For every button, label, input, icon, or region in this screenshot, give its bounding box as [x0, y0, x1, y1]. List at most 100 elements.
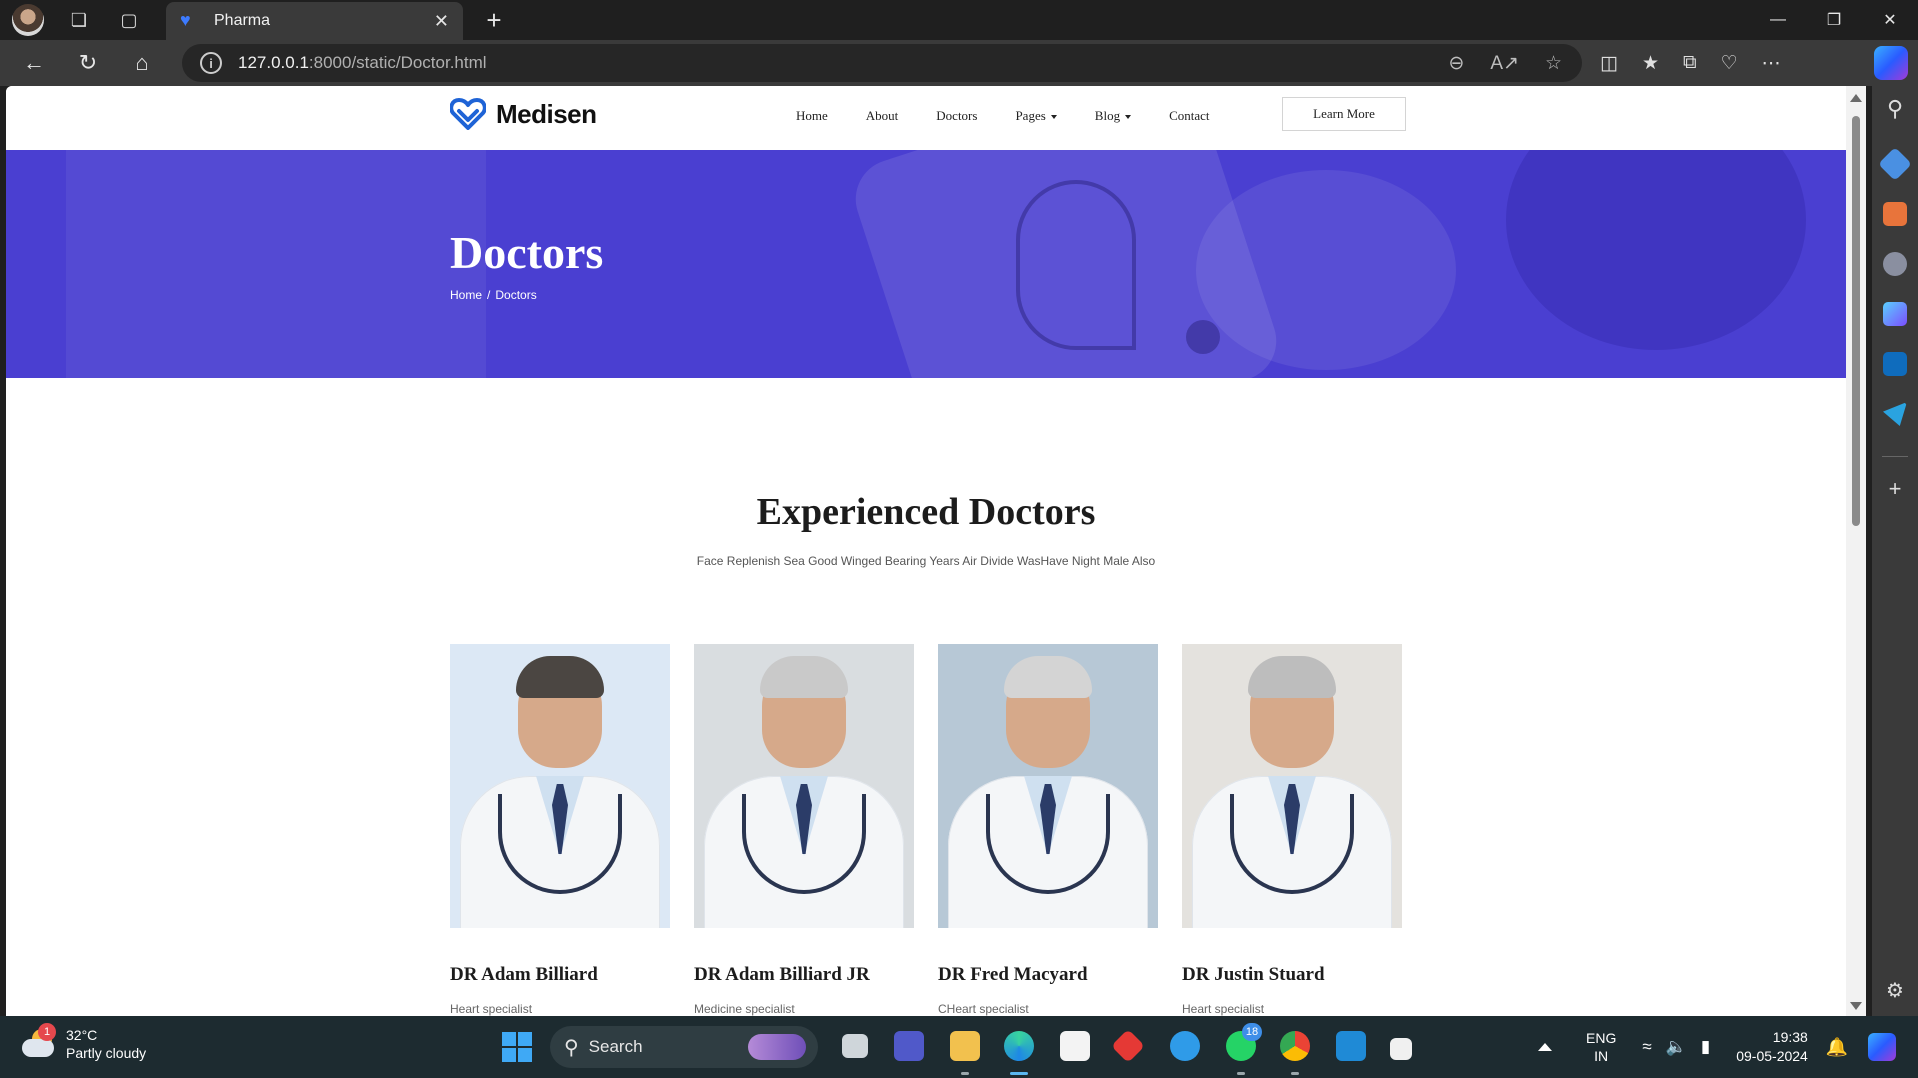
doctor-card[interactable]: DR Fred Macyard CHeart specialist [938, 644, 1158, 1016]
nav-pages[interactable]: Pages [1015, 108, 1057, 124]
outlook-icon[interactable] [1883, 352, 1907, 376]
back-icon[interactable]: ← [14, 43, 54, 83]
taskbar-search[interactable]: ⚲ Search [550, 1026, 818, 1068]
language-code: ENG [1586, 1030, 1617, 1046]
partly-cloudy-icon: 1 [22, 1023, 56, 1059]
red-app-icon[interactable] [1111, 1029, 1145, 1063]
doctor-card[interactable]: DR Adam Billiard Heart specialist [450, 644, 670, 1016]
read-aloud-icon[interactable]: A↗ [1490, 52, 1519, 75]
show-hidden-icons-icon[interactable] [1538, 1043, 1552, 1051]
nav-blog[interactable]: Blog [1095, 108, 1132, 124]
notification-bell-icon[interactable]: 🔔 [1826, 1037, 1848, 1058]
doctor-name[interactable]: DR Justin Stuard [1182, 964, 1402, 986]
chrome-icon[interactable] [1280, 1031, 1310, 1061]
whatsapp-icon[interactable]: 18 [1226, 1023, 1262, 1061]
sidebar-settings-icon[interactable]: ⚙ [1872, 978, 1918, 1003]
running-indicator [961, 1072, 969, 1075]
doctor-name[interactable]: DR Fred Macyard [938, 964, 1158, 986]
teams-icon[interactable] [894, 1031, 924, 1061]
minimize-icon[interactable]: — [1750, 0, 1806, 40]
doctor-role: Heart specialist [450, 1002, 533, 1016]
nav-doctors[interactable]: Doctors [936, 108, 977, 124]
browser-essentials-icon[interactable]: ♡ [1721, 52, 1738, 75]
scroll-up-arrow-icon[interactable] [1850, 94, 1862, 102]
close-tab-icon[interactable]: ✕ [434, 11, 449, 32]
weather-badge: 1 [38, 1023, 56, 1041]
page-scrollbar[interactable] [1846, 86, 1866, 1016]
page-title: Doctors [450, 227, 604, 278]
scroll-down-arrow-icon[interactable] [1850, 1002, 1862, 1010]
section-subtitle: Face Replenish Sea Good Winged Bearing Y… [696, 554, 1156, 568]
heart-favicon-icon: ♥ [180, 10, 191, 30]
games-icon[interactable] [1883, 252, 1907, 276]
tab-actions-icon[interactable]: ▢ [114, 5, 144, 35]
tab-title: Pharma [214, 12, 271, 29]
copilot-taskbar-icon[interactable] [1868, 1033, 1897, 1061]
site-info-icon[interactable]: i [200, 52, 222, 74]
nav-about[interactable]: About [866, 108, 899, 124]
breadcrumb-current: Doctors [495, 288, 537, 302]
whatsapp-badge: 18 [1242, 1023, 1262, 1041]
home-icon[interactable]: ⌂ [122, 43, 162, 83]
blue-app-icon[interactable] [1170, 1031, 1200, 1061]
running-indicator [1237, 1072, 1245, 1075]
favorites-icon[interactable]: ★ [1642, 52, 1659, 75]
heart-logo-icon [450, 98, 486, 130]
section-title: Experienced Doctors [756, 491, 1096, 533]
learn-more-button[interactable]: Learn More [1282, 97, 1406, 131]
vscode-icon[interactable] [1336, 1031, 1366, 1061]
snipping-tool-icon[interactable] [1390, 1038, 1412, 1060]
battery-icon[interactable]: ▮ [1701, 1037, 1710, 1057]
language-indicator[interactable]: ENG IN [1586, 1029, 1616, 1065]
caret-down-icon [1125, 115, 1132, 120]
file-explorer-icon[interactable] [950, 1031, 980, 1061]
send-icon[interactable] [1883, 402, 1907, 426]
system-tray: ENG IN ≈ 🔈 ▮ 19:38 09-05-2024 🔔 [1538, 1016, 1897, 1078]
store-icon[interactable] [1060, 1031, 1090, 1061]
windows-start-icon[interactable] [502, 1032, 532, 1062]
split-screen-icon[interactable]: ◫ [1600, 52, 1618, 75]
doctor-photo [938, 644, 1158, 928]
browser-tab-bar: ❏ ▢ ♥ Pharma ✕ + — ❐ ✕ [0, 0, 1918, 40]
scrollbar-thumb[interactable] [1852, 116, 1860, 526]
profile-avatar[interactable] [12, 4, 44, 36]
breadcrumb-home[interactable]: Home [450, 288, 482, 302]
doctor-name[interactable]: DR Adam Billiard JR [694, 964, 914, 986]
active-indicator [1010, 1072, 1028, 1075]
sidebar-divider [1882, 456, 1908, 457]
doctor-role: Heart specialist [1182, 1002, 1265, 1016]
nav-doctors-label: Doctors [936, 108, 978, 123]
site-logo[interactable]: Medisen [450, 98, 597, 130]
volume-icon[interactable]: 🔈 [1666, 1037, 1687, 1057]
breadcrumb: Home / Doctors [450, 288, 537, 302]
clock-time: 19:38 [1772, 1029, 1808, 1045]
add-sidebar-app-icon[interactable]: + [1872, 476, 1918, 502]
hero-background-shape [1196, 170, 1456, 370]
tools-icon[interactable] [1883, 202, 1907, 226]
weather-widget[interactable]: 1 32°C Partly cloudy [22, 1023, 146, 1062]
sidebar-search-icon[interactable]: ⚲ [1872, 96, 1918, 122]
doctor-name[interactable]: DR Adam Billiard [450, 964, 670, 986]
zoom-out-icon[interactable]: ⊖ [1448, 52, 1464, 75]
workspaces-icon[interactable]: ❏ [64, 5, 94, 35]
new-tab-button[interactable]: + [478, 4, 510, 36]
close-window-icon[interactable]: ✕ [1862, 0, 1918, 40]
wifi-icon[interactable]: ≈ [1642, 1037, 1651, 1057]
copilot-icon[interactable] [1874, 46, 1908, 80]
collections-icon[interactable]: ⧉ [1683, 52, 1697, 74]
refresh-icon[interactable]: ↻ [68, 43, 108, 83]
tab-pharma[interactable]: ♥ Pharma ✕ [166, 2, 463, 40]
edge-icon[interactable] [1004, 1031, 1034, 1061]
address-bar[interactable]: i 127.0.0.1:8000/static/Doctor.html ⊖ A↗… [182, 44, 1582, 82]
more-menu-icon[interactable]: ⋯ [1762, 52, 1781, 75]
favorite-star-icon[interactable]: ☆ [1545, 52, 1562, 75]
nav-home[interactable]: Home [796, 108, 828, 124]
clock[interactable]: 19:38 09-05-2024 [1736, 1028, 1808, 1066]
nav-contact[interactable]: Contact [1169, 108, 1209, 124]
task-view-icon[interactable] [842, 1034, 868, 1058]
shopping-tag-icon[interactable] [1878, 147, 1912, 181]
doctor-card[interactable]: DR Justin Stuard Heart specialist [1182, 644, 1402, 1016]
restore-icon[interactable]: ❐ [1806, 0, 1862, 40]
copilot-sidebar-icon[interactable] [1883, 302, 1907, 326]
doctor-card[interactable]: DR Adam Billiard JR Medicine specialist [694, 644, 914, 1016]
